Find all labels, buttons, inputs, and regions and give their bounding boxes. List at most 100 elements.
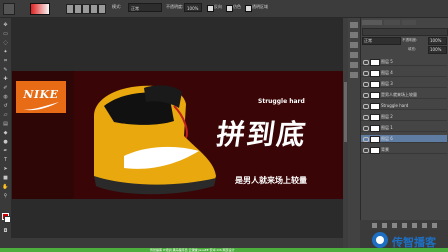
options-bar: 模式: 正常 不透明度: 100% 反向 仿色 透明区域: [0, 0, 448, 18]
dither-label: 仿色: [233, 4, 241, 9]
pen-tool-icon[interactable]: ✒: [2, 148, 9, 154]
visibility-eye-icon[interactable]: [363, 148, 369, 153]
styles-panel-icon[interactable]: [350, 52, 358, 58]
layer-name: Struggle hard: [381, 103, 409, 108]
link-layers-icon[interactable]: [372, 223, 377, 228]
slogan-english: Struggle hard: [258, 98, 305, 105]
lasso-tool-icon[interactable]: ◌: [2, 40, 9, 46]
new-group-icon[interactable]: [412, 223, 417, 228]
stamp-tool-icon[interactable]: ◍: [2, 94, 9, 100]
visibility-eye-icon[interactable]: [363, 82, 369, 87]
quick-mask-icon[interactable]: ◘: [2, 228, 9, 234]
layer-thumbnail: [370, 114, 380, 121]
visibility-eye-icon[interactable]: [363, 93, 369, 98]
visibility-eye-icon[interactable]: [363, 60, 369, 65]
paragraph-panel-icon[interactable]: [350, 72, 358, 78]
marquee-tool-icon[interactable]: ▭: [2, 31, 9, 37]
paths-tab[interactable]: [402, 20, 416, 25]
adjustment-layer-icon[interactable]: [402, 223, 407, 228]
layer-name: 图层 2: [381, 114, 393, 119]
add-mask-icon[interactable]: [392, 223, 397, 228]
background-color-swatch[interactable]: [4, 216, 11, 223]
magic-wand-tool-icon[interactable]: ✦: [2, 49, 9, 55]
layer-thumbnail: [370, 59, 380, 66]
radial-gradient-button[interactable]: [74, 4, 82, 14]
eyedropper-tool-icon[interactable]: ✎: [2, 67, 9, 73]
eraser-tool-icon[interactable]: ▱: [2, 112, 9, 118]
type-tool-icon[interactable]: T: [2, 157, 9, 163]
new-layer-icon[interactable]: [422, 223, 427, 228]
reflected-gradient-button[interactable]: [90, 4, 98, 14]
path-selection-tool-icon[interactable]: ➤: [2, 166, 9, 172]
layer-row[interactable]: 图层 5: [361, 58, 447, 66]
layer-style-icon[interactable]: [382, 223, 387, 228]
nike-logo-text: NIKE: [23, 88, 59, 101]
layer-filter[interactable]: [362, 28, 448, 36]
hand-tool-icon[interactable]: ✋: [2, 184, 9, 190]
visibility-eye-icon[interactable]: [363, 126, 369, 131]
transparency-label: 透明区域: [252, 4, 268, 9]
reverse-checkbox[interactable]: [207, 5, 214, 12]
slogan-chinese: 是男人就来场上较量: [235, 176, 307, 185]
nike-logo: NIKE: [16, 81, 66, 113]
adjustments-panel-icon[interactable]: [350, 42, 358, 48]
layer-fill-input[interactable]: 100%: [428, 46, 447, 54]
move-tool-icon[interactable]: ✥: [2, 22, 9, 28]
history-panel-icon[interactable]: [350, 22, 358, 28]
layer-row[interactable]: 背景: [361, 146, 447, 154]
diamond-gradient-button[interactable]: [98, 4, 106, 14]
blur-tool-icon[interactable]: ◆: [2, 130, 9, 136]
layer-thumbnail: [370, 136, 380, 143]
visibility-eye-icon[interactable]: [363, 115, 369, 120]
status-bar: [0, 238, 343, 248]
bottom-banner-text: 传智播客 IT培训 黑马程序员 云课堂 JavaEE 安卓 iOS 网页设计: [150, 248, 235, 252]
layer-row[interactable]: Struggle hard: [361, 102, 447, 110]
mode-select[interactable]: 正常: [128, 3, 162, 12]
layer-fill-label: 填充:: [408, 47, 417, 51]
gradient-swatch[interactable]: [30, 3, 50, 15]
angle-gradient-button[interactable]: [82, 4, 90, 14]
gradient-tool-preset-icon[interactable]: [3, 3, 15, 15]
transparency-checkbox[interactable]: [245, 5, 252, 12]
healing-brush-tool-icon[interactable]: ✚: [2, 76, 9, 82]
dodge-tool-icon[interactable]: ●: [2, 139, 9, 145]
blend-mode-select[interactable]: 正常: [362, 37, 401, 45]
delete-layer-icon[interactable]: [432, 223, 437, 228]
mode-label: 模式:: [112, 4, 122, 9]
canvas[interactable]: NIKE Struggle hard 拼到底 是男人就来场上较量: [12, 71, 344, 199]
layer-row[interactable]: 图层 1: [361, 124, 447, 132]
swoosh-icon: [23, 102, 59, 111]
reverse-label: 反向: [214, 4, 222, 9]
layer-thumbnail: [370, 70, 380, 77]
brand-logo-inner: [376, 236, 384, 244]
layer-name: 图层 6: [381, 136, 393, 141]
brush-tool-icon[interactable]: ✐: [2, 85, 9, 91]
layer-opacity-input[interactable]: 100%: [428, 37, 447, 45]
opacity-input[interactable]: 100%: [184, 3, 202, 12]
layer-name: 背景: [381, 147, 389, 152]
crop-tool-icon[interactable]: ⌗: [2, 58, 9, 64]
visibility-eye-icon[interactable]: [363, 137, 369, 142]
layer-thumbnail: [370, 147, 380, 154]
layer-name: 图层 1: [381, 125, 393, 130]
visibility-eye-icon[interactable]: [363, 71, 369, 76]
layer-name: 图层 4: [381, 70, 393, 75]
layer-thumbnail: [370, 125, 380, 132]
layer-row[interactable]: 图层 3: [361, 80, 447, 88]
linear-gradient-button[interactable]: [66, 4, 74, 14]
history-brush-tool-icon[interactable]: ↺: [2, 103, 9, 109]
vertical-scrollbar-thumb[interactable]: [344, 82, 347, 142]
layer-row[interactable]: 是男人就来场上较量: [361, 91, 447, 99]
properties-panel-icon[interactable]: [350, 32, 358, 38]
layer-row[interactable]: 图层 4: [361, 69, 447, 77]
character-panel-icon[interactable]: [350, 62, 358, 68]
layers-tab[interactable]: [362, 20, 382, 25]
gradient-tool-icon[interactable]: ▤: [2, 121, 9, 127]
shape-tool-icon[interactable]: ■: [2, 175, 9, 181]
layer-row[interactable]: 图层 6: [361, 135, 447, 143]
visibility-eye-icon[interactable]: [363, 104, 369, 109]
dither-checkbox[interactable]: [226, 5, 233, 12]
channels-tab[interactable]: [384, 20, 400, 25]
zoom-tool-icon[interactable]: ⚲: [2, 193, 9, 199]
layer-row[interactable]: 图层 2: [361, 113, 447, 121]
